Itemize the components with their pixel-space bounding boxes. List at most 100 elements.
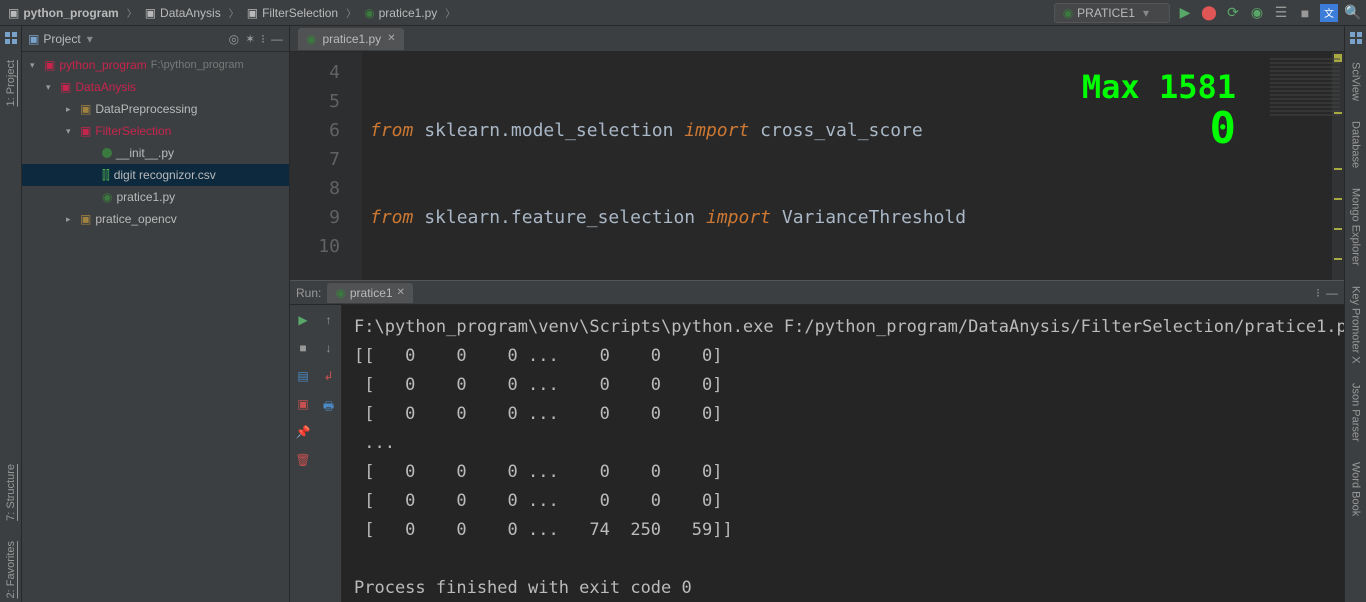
folder-icon: ▣	[145, 6, 156, 20]
line-number: 6	[290, 116, 340, 145]
mod: sklearn.feature_selection	[424, 207, 695, 228]
layout-icon[interactable]: ▤	[297, 369, 308, 383]
breadcrumb-item[interactable]: ▣ FilterSelection	[243, 4, 342, 22]
wrap-icon[interactable]: ↲	[323, 369, 333, 383]
folder-icon: ▣	[80, 212, 91, 226]
exit-icon[interactable]: ▣	[297, 397, 308, 411]
expand-arrow-icon[interactable]: ▾	[66, 126, 76, 137]
gear-icon[interactable]: ⁝	[261, 32, 265, 46]
warning-marker[interactable]	[1334, 168, 1342, 170]
expand-arrow-icon[interactable]: ▸	[66, 214, 76, 225]
keypromoter-tab[interactable]: Key Promoter X	[1350, 284, 1362, 366]
structure-tool-tab[interactable]: 7: Structure	[5, 460, 17, 525]
warning-marker[interactable]	[1334, 258, 1342, 260]
project-tool-tab[interactable]: 1: Project	[5, 56, 17, 110]
print-icon[interactable]: 🖶	[323, 397, 334, 418]
breadcrumb-item[interactable]: ▣ DataAnysis	[141, 4, 225, 22]
editor-tab[interactable]: ◉ pratice1.py ✕	[298, 28, 404, 50]
console[interactable]: F:\python_program\venv\Scripts\python.ex…	[342, 305, 1344, 602]
tree-folder[interactable]: ▾ ▣ DataAnysis	[22, 76, 289, 98]
mongo-tab[interactable]: Mongo Explorer	[1350, 186, 1362, 268]
tree-folder[interactable]: ▾ ▣ FilterSelection	[22, 120, 289, 142]
down-icon[interactable]: ↓	[326, 341, 332, 355]
run-label: Run:	[296, 286, 321, 300]
coverage-icon[interactable]: ⟳	[1224, 4, 1242, 22]
breadcrumb-label: python_program	[23, 6, 118, 20]
more-icon[interactable]: ⁝	[1316, 286, 1320, 300]
sidebar-header: ▣ Project ▾ ◎ ✶ ⁝ —	[22, 26, 289, 52]
profile-icon[interactable]: ◉	[1248, 4, 1266, 22]
run-tab-label: pratice1	[350, 286, 393, 300]
run-panel: Run: ◉ pratice1 ✕ ⁝ — ▶ ■ ▤ ▣ 📌	[290, 280, 1344, 602]
kw: import	[684, 120, 749, 141]
run-tab[interactable]: ◉ pratice1 ✕	[327, 283, 413, 303]
line-number: 9	[290, 203, 340, 232]
expand-arrow-icon[interactable]: ▾	[30, 60, 40, 71]
python-file-icon: ◉	[364, 6, 374, 20]
top-bar: ▣ python_program 〉 ▣ DataAnysis 〉 ▣ Filt…	[0, 0, 1366, 26]
translate-icon[interactable]: 文	[1320, 4, 1338, 22]
line-number: 4	[290, 58, 340, 87]
run-content: ▶ ■ ▤ ▣ 📌 🗑 ↑ ↓ ↲ 🖶 F:\python_program\ve…	[290, 305, 1344, 602]
warning-marker[interactable]	[1334, 198, 1342, 200]
tab-label: pratice1.py	[322, 32, 381, 46]
rerun-icon[interactable]: ▶	[298, 313, 307, 327]
collapse-icon[interactable]: ✶	[245, 32, 255, 46]
chevron-right-icon: 〉	[346, 5, 356, 20]
tree-path: F:\python_program	[151, 59, 244, 71]
minimap[interactable]	[1270, 58, 1340, 118]
line-gutter: 4 5 6 7 8 9 10	[290, 52, 362, 280]
tree-folder[interactable]: ▸ ▣ pratice_opencv	[22, 208, 289, 230]
run-tabs: Run: ◉ pratice1 ✕ ⁝ —	[290, 281, 1344, 305]
left-tool-gutter: 1: Project 7: Structure 2: Favorites	[0, 26, 22, 602]
wordbook-tab[interactable]: Word Book	[1350, 460, 1362, 518]
tool-icon[interactable]	[1350, 32, 1362, 44]
breadcrumb-root[interactable]: ▣ python_program	[4, 4, 123, 22]
run-config-dropdown[interactable]: ◉ PRATICE1 ▾	[1054, 3, 1170, 23]
tree-root[interactable]: ▾ ▣ python_program F:\python_program	[22, 54, 289, 76]
tree-label: FilterSelection	[95, 124, 171, 138]
favorites-tool-tab[interactable]: 2: Favorites	[5, 537, 17, 602]
database-tab[interactable]: Database	[1350, 119, 1362, 170]
breadcrumb-item[interactable]: ◉ pratice1.py	[360, 4, 441, 22]
attach-icon[interactable]: ☰	[1272, 4, 1290, 22]
hide-icon[interactable]: —	[1326, 286, 1338, 300]
editor[interactable]: 4 5 6 7 8 9 10 from sklearn.model_select…	[290, 52, 1344, 280]
chevron-down-icon[interactable]: ▾	[87, 32, 93, 46]
search-icon[interactable]: 🔍	[1344, 4, 1362, 22]
tree-file-selected[interactable]: ⫿⫿ digit recognizor.csv	[22, 164, 289, 186]
sciview-tab[interactable]: SciView	[1350, 60, 1362, 103]
python-file-icon: ◉	[335, 286, 345, 300]
project-sidebar: ▣ Project ▾ ◎ ✶ ⁝ — ▾ ▣ python_program F…	[22, 26, 290, 602]
expand-arrow-icon[interactable]: ▾	[46, 82, 56, 93]
run-left-gutter2: ↑ ↓ ↲ 🖶	[316, 305, 342, 602]
delete-icon[interactable]: 🗑	[295, 453, 310, 467]
tree-folder[interactable]: ▸ ▣ DataPreprocessing	[22, 98, 289, 120]
tree-label: DataPreprocessing	[95, 102, 197, 116]
toolbar-right: ◉ PRATICE1 ▾ ▶ ⬤ ⟳ ◉ ☰ ■ 文 🔍	[1054, 3, 1362, 23]
up-icon[interactable]: ↑	[326, 313, 332, 327]
project-icon: ▣	[28, 32, 39, 46]
code-area[interactable]: from sklearn.model_selection import cros…	[362, 52, 1332, 280]
main: 1: Project 7: Structure 2: Favorites ▣ P…	[0, 26, 1366, 602]
chevron-right-icon: 〉	[127, 5, 137, 20]
close-icon[interactable]: ✕	[387, 33, 395, 44]
run-config-name: PRATICE1	[1077, 6, 1135, 20]
pin-icon[interactable]: 📌	[296, 425, 311, 439]
debug-icon[interactable]: ⬤	[1200, 4, 1218, 22]
close-icon[interactable]: ✕	[397, 287, 405, 298]
tree-file[interactable]: __init__.py	[22, 142, 289, 164]
stop-icon[interactable]: ■	[1296, 4, 1314, 22]
warning-marker[interactable]	[1334, 228, 1342, 230]
jsonparser-tab[interactable]: Json Parser	[1350, 381, 1362, 444]
tool-icon[interactable]	[5, 32, 17, 44]
mod: sklearn.model_selection	[424, 120, 673, 141]
expand-arrow-icon[interactable]: ▸	[66, 104, 76, 115]
stop-icon[interactable]: ■	[299, 341, 306, 355]
kw: import	[706, 207, 771, 228]
hide-icon[interactable]: —	[271, 32, 283, 46]
tree-file[interactable]: ◉ pratice1.py	[22, 186, 289, 208]
target-icon[interactable]: ◎	[229, 32, 239, 46]
run-icon[interactable]: ▶	[1176, 4, 1194, 22]
chevron-right-icon: 〉	[229, 5, 239, 20]
